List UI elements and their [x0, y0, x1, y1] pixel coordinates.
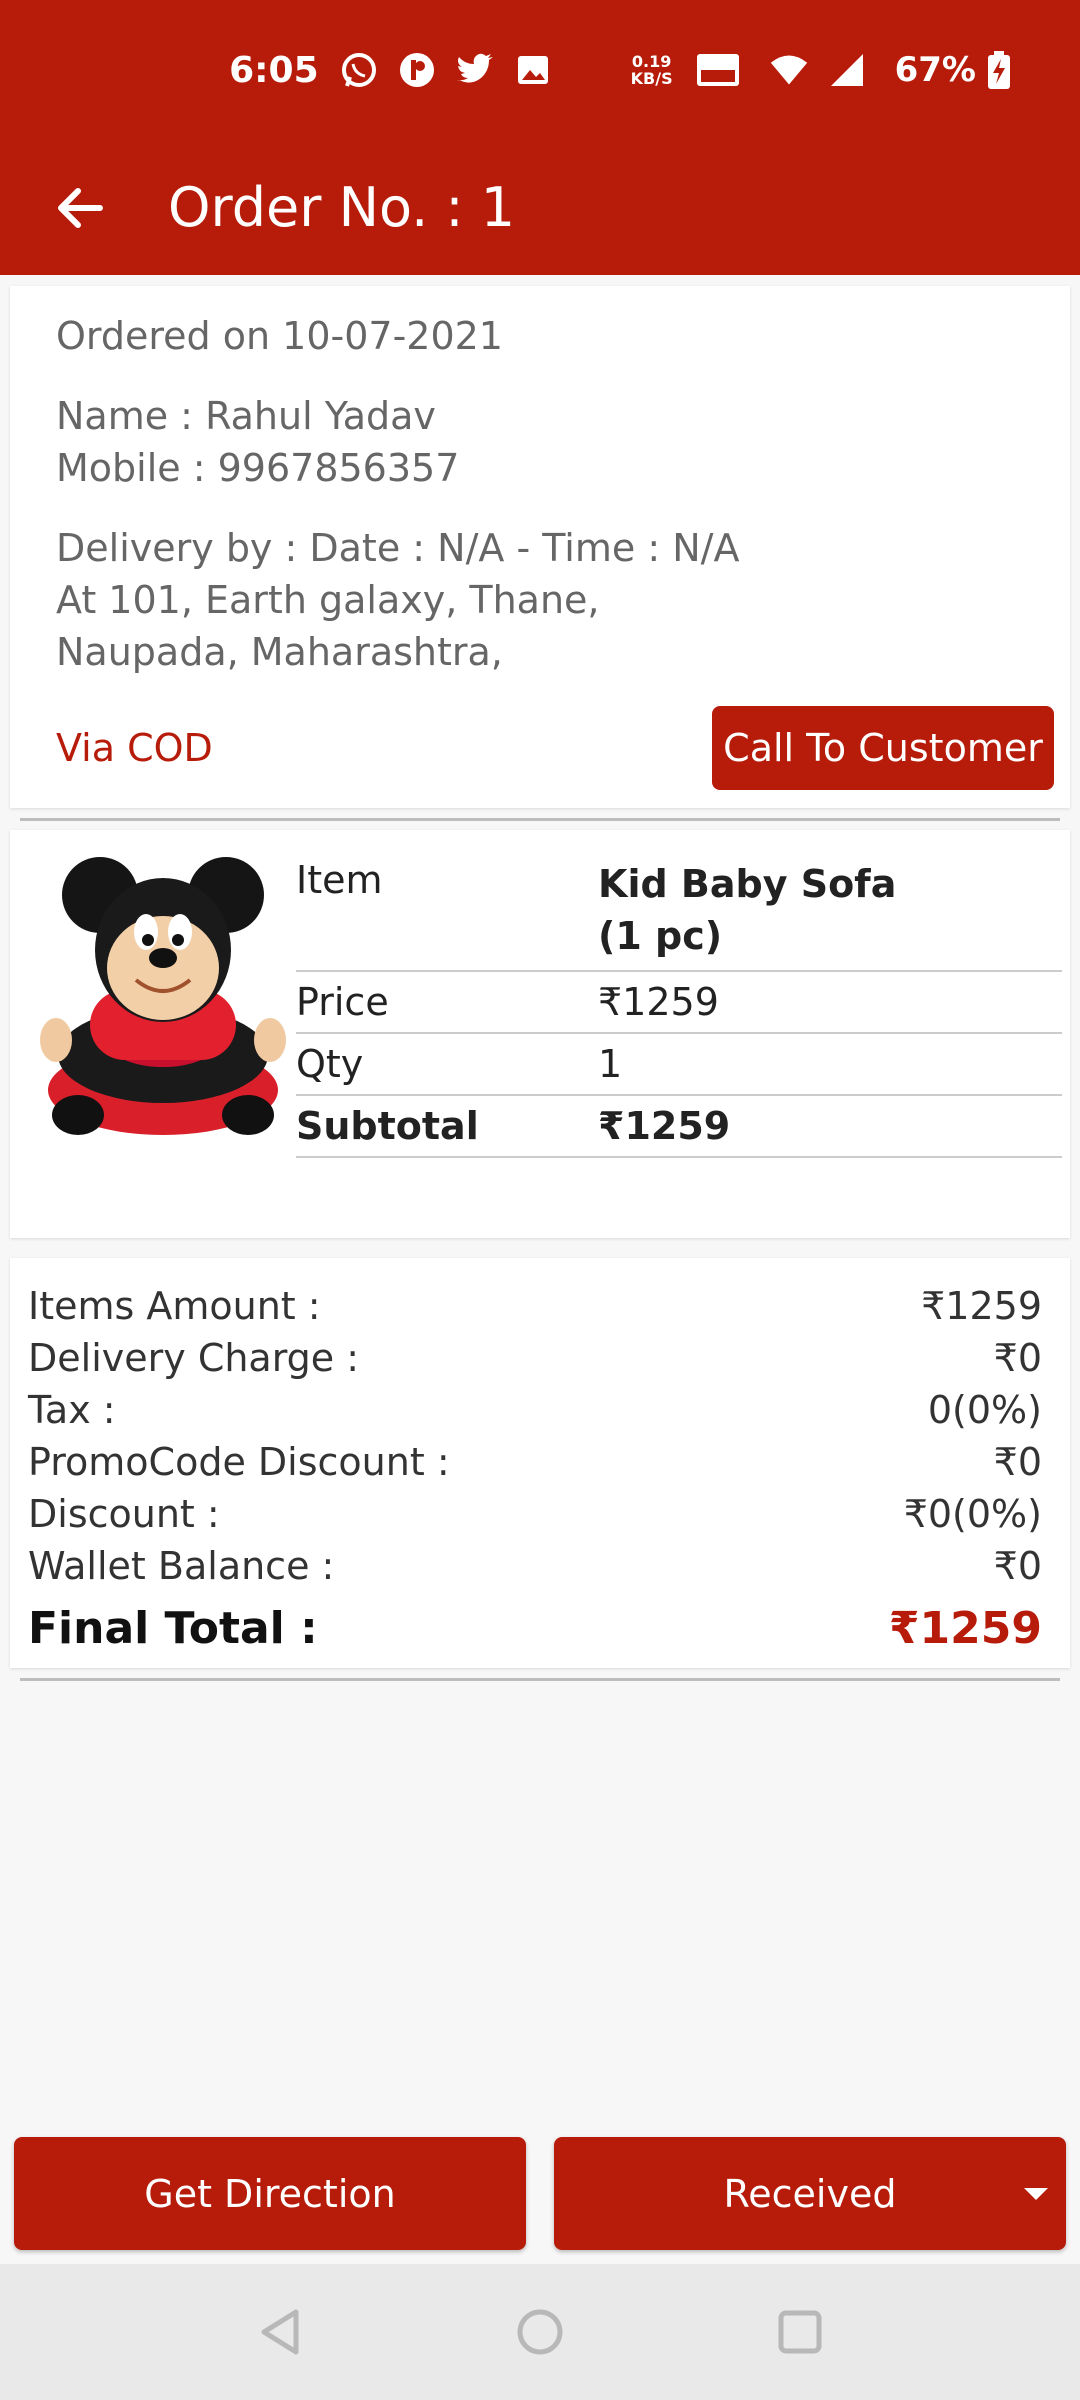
item-details-table: Item Kid Baby Sofa (1 pc) Price ₹1259 Qt…	[296, 850, 1062, 1158]
divider	[20, 1678, 1060, 1681]
wallet-balance-label: Wallet Balance :	[28, 1544, 335, 1588]
wifi-icon	[769, 50, 809, 90]
order-status-value: Received	[723, 2171, 897, 2216]
call-customer-button[interactable]: Call To Customer	[712, 706, 1054, 790]
qty-row: Qty 1	[296, 1034, 1062, 1096]
order-status-dropdown[interactable]: Received	[554, 2137, 1066, 2250]
item-label: Item	[296, 858, 383, 902]
final-total-label: Final Total :	[28, 1602, 318, 1654]
item-pack: (1 pc)	[598, 914, 723, 958]
system-nav-bar	[0, 2264, 1080, 2400]
address-line-2: Naupada, Maharashtra,	[56, 630, 503, 674]
home-nav-icon[interactable]	[510, 2302, 570, 2362]
items-amount-value: ₹1259	[921, 1284, 1042, 1328]
whatsapp-icon	[339, 50, 379, 90]
customer-name: Name : Rahul Yadav	[56, 394, 436, 438]
qty-label: Qty	[296, 1042, 364, 1086]
discount-row: Discount : ₹0(0%)	[28, 1488, 1042, 1540]
order-item-card: Item Kid Baby Sofa (1 pc) Price ₹1259 Qt…	[10, 830, 1070, 1238]
discount-label: Discount :	[28, 1492, 220, 1536]
ordered-on-date: Ordered on 10-07-2021	[56, 314, 503, 358]
page-title: Order No. : 1	[168, 176, 516, 239]
tax-row: Tax : 0(0%)	[28, 1384, 1042, 1436]
get-direction-button[interactable]: Get Direction	[14, 2137, 526, 2250]
kid-baby-sofa-image	[38, 840, 288, 1140]
divider	[20, 818, 1060, 821]
back-nav-icon[interactable]	[250, 2302, 310, 2362]
tax-value: 0(0%)	[927, 1388, 1042, 1432]
tax-label: Tax :	[28, 1388, 116, 1432]
qty-value: 1	[598, 1042, 623, 1086]
caret-down-icon	[1024, 2187, 1048, 2200]
app-icon	[397, 50, 437, 90]
promocode-discount-value: ₹0	[993, 1440, 1042, 1484]
price-label: Price	[296, 980, 389, 1024]
item-row: Item Kid Baby Sofa (1 pc)	[296, 850, 1062, 972]
status-time: 6:05	[229, 49, 319, 91]
price-row: Price ₹1259	[296, 972, 1062, 1034]
arrow-left-icon	[58, 187, 103, 228]
status-bar: 6:05 0.19 KB/S 67%	[0, 0, 1080, 140]
volte-wifi-icon	[695, 50, 741, 90]
delivery-by: Delivery by : Date : N/A - Time : N/A	[56, 526, 740, 570]
app-bar: 6:05 0.19 KB/S 67% Order No.: 1	[0, 0, 1080, 275]
item-name-cell: Kid Baby Sofa (1 pc)	[598, 850, 1062, 970]
price-value: ₹1259	[598, 980, 719, 1024]
subtotal-row: Subtotal ₹1259	[296, 1096, 1062, 1158]
customer-mobile: Mobile : 9967856357	[56, 446, 460, 490]
subtotal-value: ₹1259	[598, 1104, 731, 1148]
delivery-charge-row: Delivery Charge : ₹0	[28, 1332, 1042, 1384]
wallet-balance-value: ₹0	[993, 1544, 1042, 1588]
battery-percent: 67%	[894, 50, 976, 90]
address-line-1: At 101, Earth galaxy, Thane,	[56, 578, 600, 622]
subtotal-label: Subtotal	[296, 1104, 479, 1148]
final-total-value: ₹1259	[888, 1602, 1042, 1654]
wallet-balance-row: Wallet Balance : ₹0	[28, 1540, 1042, 1592]
payment-method: Via COD	[56, 726, 213, 770]
items-amount-label: Items Amount :	[28, 1284, 321, 1328]
order-info-card: Ordered on 10-07-2021 Name : Rahul Yadav…	[10, 286, 1070, 808]
twitter-icon	[455, 50, 495, 90]
back-button[interactable]	[40, 168, 120, 248]
signal-icon	[827, 50, 867, 90]
final-total-row: Final Total : ₹1259	[28, 1598, 1042, 1658]
promocode-discount-row: PromoCode Discount : ₹0	[28, 1436, 1042, 1488]
recents-nav-icon[interactable]	[770, 2302, 830, 2362]
discount-value: ₹0(0%)	[903, 1492, 1042, 1536]
delivery-charge-label: Delivery Charge :	[28, 1336, 360, 1380]
gallery-icon	[513, 50, 553, 90]
totals-card: Items Amount : ₹1259 Delivery Charge : ₹…	[10, 1258, 1070, 1668]
promocode-discount-label: PromoCode Discount :	[28, 1440, 450, 1484]
delivery-charge-value: ₹0	[993, 1336, 1042, 1380]
item-name: Kid Baby Sofa	[598, 862, 897, 906]
network-speed: 0.19 KB/S	[631, 53, 673, 87]
network-speed-unit: KB/S	[630, 69, 673, 88]
battery-charging-icon	[986, 50, 1012, 90]
toolbar: Order No. : 1	[0, 140, 1080, 275]
items-amount-row: Items Amount : ₹1259	[28, 1280, 1042, 1332]
